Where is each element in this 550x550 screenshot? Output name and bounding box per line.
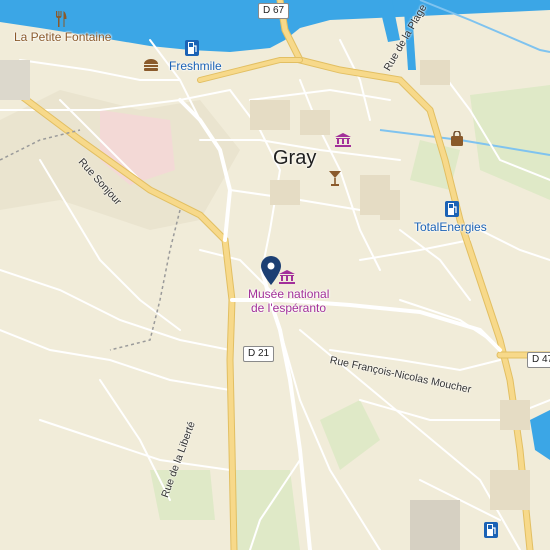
map-view[interactable]: Gray La Petite Fontaine Freshmile TotalE… xyxy=(0,0,550,550)
fuel-icon[interactable] xyxy=(445,201,459,222)
road-shield-d67: D 67 xyxy=(258,3,290,19)
fast-food-icon[interactable] xyxy=(143,58,159,77)
shopping-bag-icon[interactable] xyxy=(450,130,464,152)
location-pin-icon[interactable] xyxy=(261,256,281,291)
restaurant-icon[interactable] xyxy=(55,11,67,32)
park-area xyxy=(230,470,300,550)
poi-label-totalenergies[interactable]: TotalEnergies xyxy=(414,221,487,233)
fuel-icon[interactable] xyxy=(185,40,199,61)
fuel-icon[interactable] xyxy=(484,522,498,543)
road-shield-d47: D 47 xyxy=(527,352,550,368)
poi-label-freshmile[interactable]: Freshmile xyxy=(169,60,222,72)
museum-icon[interactable] xyxy=(335,133,351,152)
bar-icon[interactable] xyxy=(328,170,342,191)
city-label: Gray xyxy=(273,147,317,169)
road-shield-d21: D 21 xyxy=(243,346,275,362)
poi-label-museum-line1[interactable]: Musée national xyxy=(248,288,329,300)
poi-label-museum-line2[interactable]: de l'espéranto xyxy=(251,302,326,314)
poi-label-la-petite-fontaine[interactable]: La Petite Fontaine xyxy=(14,31,111,43)
